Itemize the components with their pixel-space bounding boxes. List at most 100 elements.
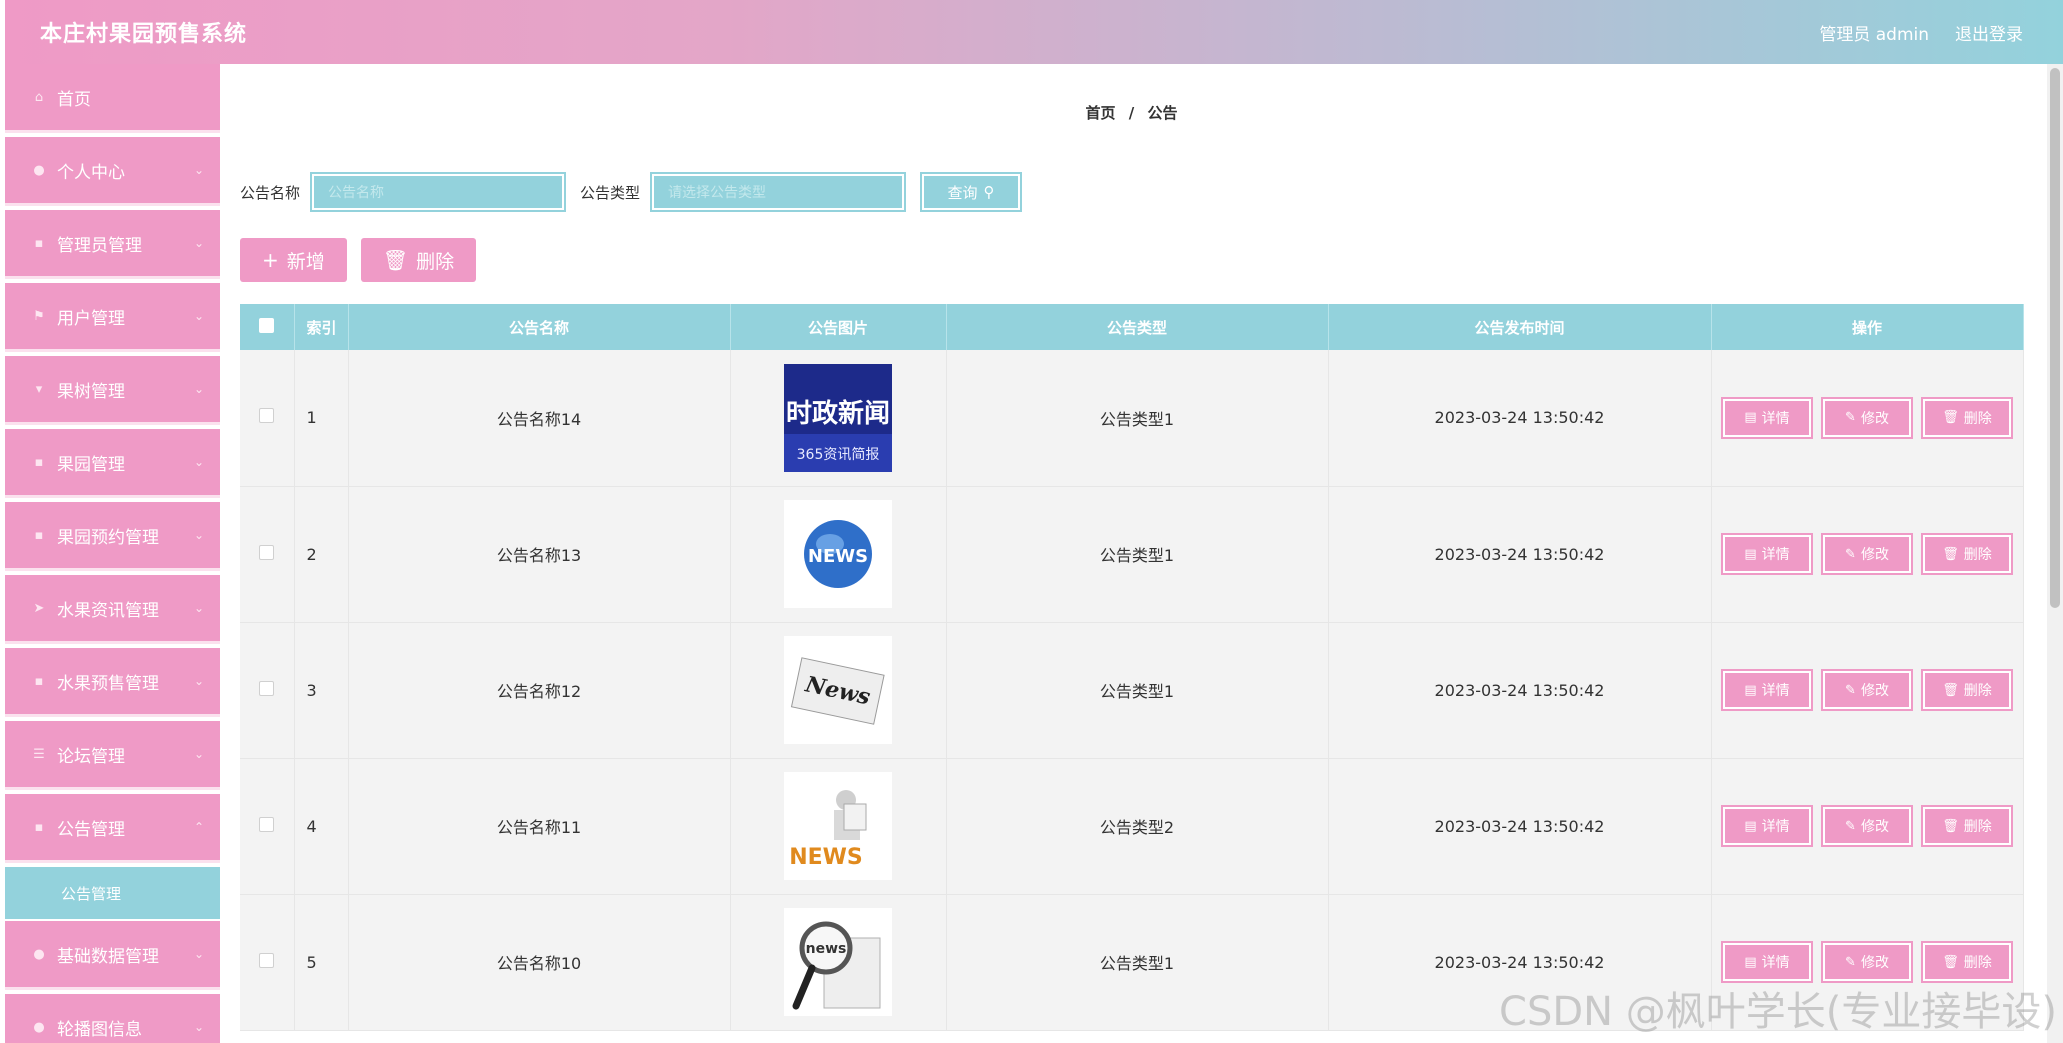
edit-label: 修改 <box>1860 683 1889 699</box>
sidebar-item-users[interactable]: ⚑ 用户管理 ⌄ <box>5 283 220 352</box>
detail-label: 详情 <box>1761 819 1790 835</box>
row-checkbox[interactable] <box>259 408 275 424</box>
notice-image: 时政新闻 365资讯简报 <box>784 363 892 472</box>
sidebar-item-presale[interactable]: ▪ 水果预售管理 ⌄ <box>5 648 220 717</box>
delete-button[interactable]: 🗑 删除 <box>1921 941 2013 983</box>
column-header: 操作 <box>1711 304 2024 350</box>
trash-icon: 🗑 <box>1942 954 1959 970</box>
tree-icon: ▾ <box>35 381 43 397</box>
chevron-down-icon: ⌄ <box>193 747 204 761</box>
notice-image-cell: 时政新闻 365资讯简报 <box>730 350 947 487</box>
trash-icon: 🗑 <box>1942 818 1959 834</box>
sidebar-item-booking[interactable]: ▪ 果园预约管理 ⌄ <box>5 502 220 571</box>
trash-icon: 🗑 <box>1942 682 1959 698</box>
edit-button[interactable]: ✎ 修改 <box>1821 805 1913 847</box>
detail-button[interactable]: ▤ 详情 <box>1721 941 1813 983</box>
trash-icon: 🗑 <box>382 248 409 272</box>
sidebar-item-label: 公告管理 <box>57 819 125 840</box>
column-header: 公告名称 <box>348 304 731 350</box>
notice-image-cell: NEWS <box>730 758 947 895</box>
sidebar-item-admin[interactable]: ▪ 管理员管理 ⌄ <box>5 210 220 279</box>
edit-label: 修改 <box>1860 547 1889 563</box>
table-row: 1 公告名称14 时政新闻 365资讯简报 公告类型1 2023-03-24 1… <box>240 350 2024 487</box>
delete-button[interactable]: 🗑 删除 <box>1921 396 2013 439</box>
document-icon: ▤ <box>1744 410 1757 426</box>
sidebar-item-basedata[interactable]: ● 基础数据管理 ⌄ <box>5 921 220 990</box>
sidebar-item-label: 水果预售管理 <box>57 673 159 694</box>
sidebar-subitem-notice[interactable]: 公告管理 <box>5 867 220 919</box>
news-image-magnifier: news <box>784 908 892 1016</box>
trash-icon: 🗑 <box>1942 546 1959 562</box>
flag-icon: ⚑ <box>33 308 45 324</box>
sidebar-item-profile[interactable]: ● 个人中心 ⌄ <box>5 137 220 206</box>
notice-table: 索引 公告名称 公告图片 公告类型 公告发布时间 操作 1 公告名称14 时政新… <box>240 304 2024 1031</box>
user-icon: ● <box>33 162 45 178</box>
row-checkbox[interactable] <box>259 544 275 560</box>
sidebar-item-orchard[interactable]: ▪ 果园管理 ⌄ <box>5 429 220 498</box>
edit-label: 修改 <box>1860 410 1889 427</box>
notice-name: 公告名称14 <box>348 350 731 487</box>
type-filter-select[interactable] <box>650 172 907 212</box>
pencil-icon: ✎ <box>1845 546 1856 562</box>
column-header: 公告图片 <box>730 304 947 350</box>
detail-button[interactable]: ▤ 详情 <box>1721 805 1813 847</box>
detail-button[interactable]: ▤ 详情 <box>1721 533 1813 575</box>
row-select-cell <box>240 486 295 623</box>
delete-button[interactable]: 🗑 删除 <box>1921 805 2013 847</box>
column-header: 索引 <box>294 304 349 350</box>
trash-icon: 🗑 <box>1942 410 1959 426</box>
delete-button[interactable]: 🗑 删除 <box>1921 533 2013 575</box>
sidebar-item-news[interactable]: ➤ 水果资讯管理 ⌄ <box>5 575 220 644</box>
row-checkbox[interactable] <box>259 816 275 832</box>
breadcrumb-current: 公告 <box>1147 104 1178 122</box>
notice-name: 公告名称10 <box>348 894 731 1031</box>
detail-button[interactable]: ▤ 详情 <box>1721 669 1813 711</box>
main-content: 首页 / 公告 公告名称 公告类型 查询 ⚲ + 新增 🗑 删除 <box>220 64 2043 1043</box>
logout-link[interactable]: 退出登录 <box>1955 20 2023 45</box>
add-button[interactable]: + 新增 <box>240 238 347 282</box>
chevron-down-icon: ⌄ <box>193 674 204 688</box>
news-image-politics: 时政新闻 365资讯简报 <box>784 363 892 472</box>
name-filter-input[interactable] <box>310 172 567 212</box>
delete-label: 删除 <box>1963 683 1992 699</box>
batch-delete-button[interactable]: 🗑 删除 <box>360 238 477 282</box>
delete-button[interactable]: 🗑 删除 <box>1921 669 2013 711</box>
delete-label: 删除 <box>1963 410 1992 427</box>
notice-type: 公告类型2 <box>946 758 1329 895</box>
add-button-label: 新增 <box>286 250 325 273</box>
notice-image: news <box>784 908 892 1016</box>
notice-name: 公告名称11 <box>348 758 731 895</box>
sidebar-item-label: 轮播图信息 <box>57 1019 142 1040</box>
document-icon: ▤ <box>1744 954 1757 970</box>
sidebar-item-notice[interactable]: ▪ 公告管理 ⌃ <box>5 794 220 863</box>
row-index: 2 <box>294 486 349 623</box>
scrollbar-thumb[interactable] <box>2050 68 2060 608</box>
sidebar-item-carousel[interactable]: ● 轮播图信息 ⌄ <box>5 994 220 1043</box>
search-button-label: 查询 <box>947 183 978 202</box>
delete-label: 删除 <box>1963 955 1992 971</box>
sidebar-item-home[interactable]: ⌂ 首页 <box>5 64 220 133</box>
detail-button[interactable]: ▤ 详情 <box>1721 396 1813 439</box>
edit-button[interactable]: ✎ 修改 <box>1821 533 1913 575</box>
breadcrumb-home[interactable]: 首页 <box>1086 104 1116 122</box>
pencil-icon: ✎ <box>1845 410 1856 426</box>
edit-button[interactable]: ✎ 修改 <box>1821 941 1913 983</box>
detail-label: 详情 <box>1761 410 1790 427</box>
notice-time: 2023-03-24 13:50:42 <box>1328 622 1712 759</box>
sidebar-item-forum[interactable]: ☰ 论坛管理 ⌄ <box>5 721 220 790</box>
action-bar: + 新增 🗑 删除 <box>240 238 477 282</box>
notice-image-cell: NEWS <box>730 486 947 623</box>
sidebar-item-label: 首页 <box>57 89 91 110</box>
row-checkbox[interactable] <box>259 680 275 696</box>
grid-icon: ▪ <box>34 673 44 689</box>
select-all-checkbox[interactable] <box>259 317 275 333</box>
chevron-down-icon: ⌄ <box>193 309 204 323</box>
sidebar-item-trees[interactable]: ▾ 果树管理 ⌄ <box>5 356 220 425</box>
row-actions: ▤ 详情 ✎ 修改 🗑 删除 <box>1711 350 2024 487</box>
search-button[interactable]: 查询 ⚲ <box>920 172 1023 212</box>
edit-button[interactable]: ✎ 修改 <box>1821 396 1913 439</box>
vertical-scrollbar[interactable] <box>2047 64 2063 1043</box>
row-checkbox[interactable] <box>259 952 275 968</box>
notice-name: 公告名称13 <box>348 486 731 623</box>
edit-button[interactable]: ✎ 修改 <box>1821 669 1913 711</box>
